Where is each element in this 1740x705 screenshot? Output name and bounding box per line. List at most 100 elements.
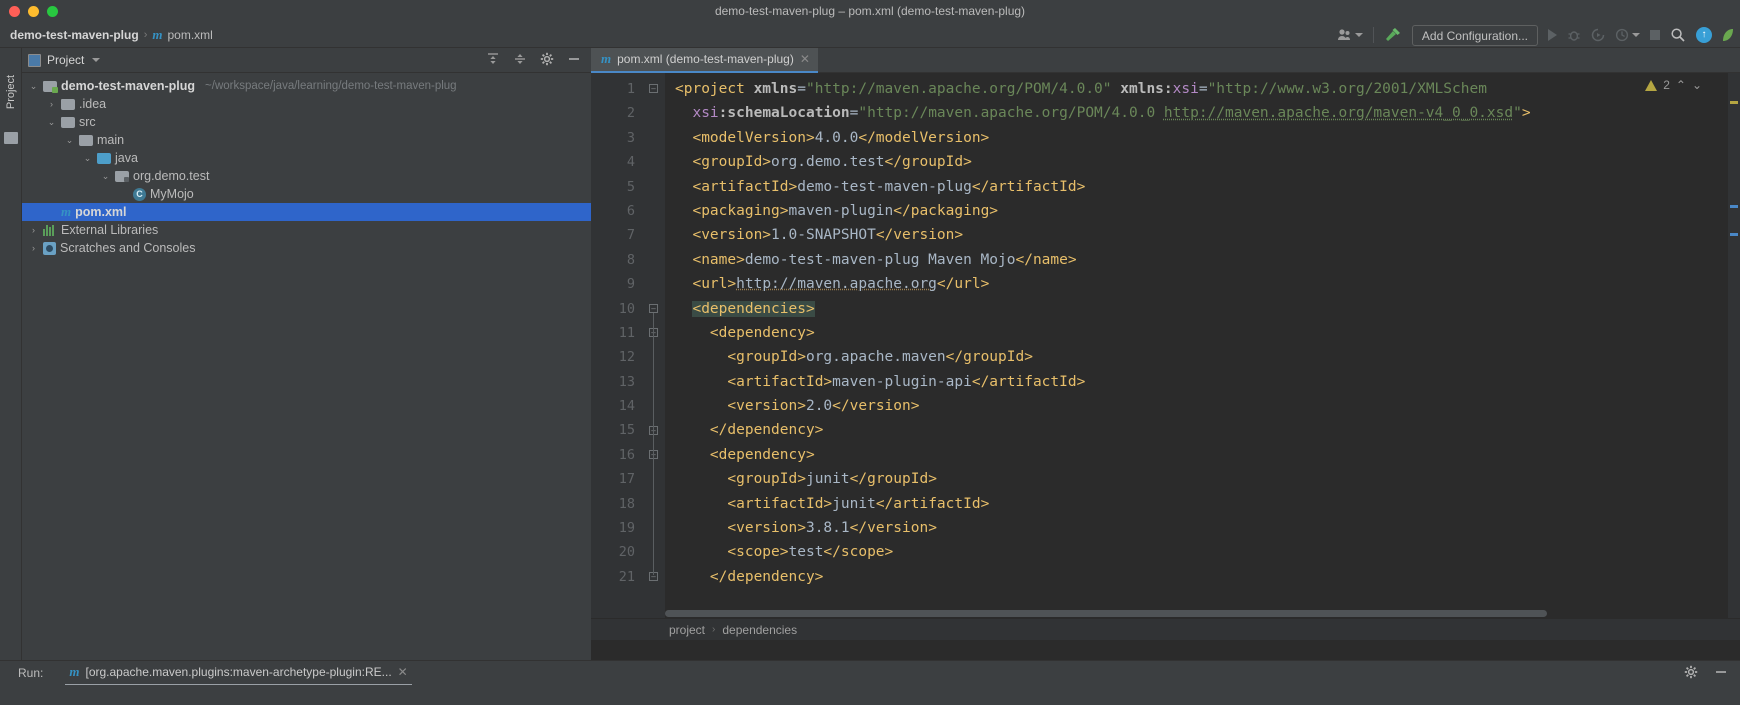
expand-all-icon[interactable] xyxy=(513,52,527,69)
editor-marker-bar[interactable] xyxy=(1728,73,1740,618)
build-button[interactable] xyxy=(1384,25,1402,45)
vcs-user-button[interactable] xyxy=(1337,25,1363,45)
tree-item-path: ~/workspace/java/learning/demo-test-mave… xyxy=(205,80,457,92)
run-configuration-tab[interactable]: m [org.apache.maven.plugins:maven-archet… xyxy=(65,661,412,686)
update-icon[interactable]: ↑ xyxy=(1696,27,1712,43)
code-line[interactable]: <packaging>maven-plugin</packaging> xyxy=(665,199,1740,223)
code-line[interactable]: <artifactId>maven-plugin-api</artifactId… xyxy=(665,370,1740,394)
code-line[interactable]: <version>3.8.1</version> xyxy=(665,516,1740,540)
tool-window-label-project: Project xyxy=(5,74,17,110)
inspection-widget[interactable]: 2 ⌃ ⌄ xyxy=(1645,78,1702,92)
code-line[interactable]: <scope>test</scope> xyxy=(665,540,1740,564)
tree-item-scratches-and-consoles[interactable]: › Scratches and Consoles xyxy=(22,239,591,257)
code-line[interactable]: <url>http://maven.apache.org</url> xyxy=(665,272,1740,296)
chevron-right-icon[interactable]: › xyxy=(28,225,39,235)
code-line[interactable]: </dependency> xyxy=(665,565,1740,589)
run-button[interactable] xyxy=(1548,25,1557,45)
chevron-down-icon[interactable] xyxy=(92,58,101,62)
code-line[interactable]: <version>2.0</version> xyxy=(665,394,1740,418)
info-marker[interactable] xyxy=(1730,205,1738,208)
scrollbar-thumb[interactable] xyxy=(665,610,1548,617)
tree-item-idea[interactable]: › .idea xyxy=(22,95,591,113)
chevron-down-icon[interactable] xyxy=(1354,33,1363,37)
code-editor[interactable]: 1–2345678910–11–12131415–16–1718192021– … xyxy=(591,73,1740,618)
code-line[interactable]: <groupId>junit</groupId> xyxy=(665,467,1740,491)
code-line[interactable]: <dependency> xyxy=(665,321,1740,345)
toolbar-divider xyxy=(1372,27,1374,43)
hide-panel-icon[interactable] xyxy=(567,52,581,69)
project-panel-title[interactable]: Project xyxy=(41,53,84,67)
tree-item-demo-test-maven-plug[interactable]: ⌄ demo-test-maven-plug ~/workspace/java/le… xyxy=(22,77,591,95)
tree-item-org-demo-test[interactable]: ⌄ org.demo.test xyxy=(22,167,591,185)
editor-tab-pom-xml[interactable]: m pom.xml (demo-test-maven-plug) ✕ xyxy=(591,47,818,73)
chevron-down-icon[interactable]: ⌄ xyxy=(82,153,93,164)
tree-item-pom-xml[interactable]: m pom.xml xyxy=(22,203,591,221)
close-icon[interactable]: ✕ xyxy=(800,52,810,66)
project-tree[interactable]: ⌄ demo-test-maven-plug ~/workspace/java/le… xyxy=(22,73,591,257)
structure-icon[interactable] xyxy=(4,132,18,144)
chevron-down-icon[interactable]: ⌄ xyxy=(64,135,75,146)
settings-gear-icon[interactable] xyxy=(540,52,554,69)
search-everywhere-button[interactable] xyxy=(1670,25,1686,45)
leaf-icon xyxy=(1723,29,1733,41)
editor-tab-label: pom.xml (demo-test-maven-plug) xyxy=(617,52,794,66)
code-line[interactable]: <modelVersion>4.0.0</modelVersion> xyxy=(665,126,1740,150)
code-line[interactable]: <name>demo-test-maven-plug Maven Mojo</n… xyxy=(665,248,1740,272)
chevron-down-icon[interactable]: ⌄ xyxy=(28,81,39,92)
project-view-icon xyxy=(28,53,41,67)
code-line[interactable]: <groupId>org.apache.maven</groupId> xyxy=(665,345,1740,369)
plugin-indicator-icon[interactable] xyxy=(1722,25,1734,45)
horizontal-scrollbar[interactable] xyxy=(665,609,1728,618)
fold-guide-line xyxy=(653,459,654,575)
chevron-down-icon[interactable]: ⌄ xyxy=(100,171,111,182)
project-panel-actions xyxy=(486,52,585,69)
fold-collapse-icon[interactable]: – xyxy=(649,84,658,93)
breadcrumb-file[interactable]: pom.xml xyxy=(167,28,212,42)
editor-code-content[interactable]: <project xmlns="http://maven.apache.org/… xyxy=(665,73,1740,618)
code-line[interactable]: <dependencies> xyxy=(665,297,1740,321)
previous-problem-icon[interactable]: ⌃ xyxy=(1676,78,1686,92)
breadcrumb-project[interactable]: demo-test-maven-plug xyxy=(10,28,139,42)
run-with-coverage-button[interactable] xyxy=(1591,25,1605,45)
run-tool-window-bar: Run: m [org.apache.maven.plugins:maven-a… xyxy=(0,660,1740,686)
tree-item-src[interactable]: ⌄ src xyxy=(22,113,591,131)
hide-panel-icon[interactable] xyxy=(1714,665,1728,682)
chevron-right-icon[interactable]: › xyxy=(28,243,39,253)
chevron-down-icon[interactable] xyxy=(1632,33,1640,37)
code-line[interactable]: <project xmlns="http://maven.apache.org/… xyxy=(665,77,1740,101)
code-line[interactable]: <artifactId>junit</artifactId> xyxy=(665,492,1740,516)
code-line[interactable]: <version>1.0-SNAPSHOT</version> xyxy=(665,223,1740,247)
chevron-right-icon[interactable]: › xyxy=(46,99,57,109)
chevron-down-icon[interactable]: ⌄ xyxy=(46,117,57,128)
settings-gear-icon[interactable] xyxy=(1684,665,1698,682)
stop-button[interactable] xyxy=(1650,25,1660,45)
code-line[interactable]: </dependency> xyxy=(665,418,1740,442)
info-marker[interactable] xyxy=(1730,233,1738,236)
tree-item-main[interactable]: ⌄ main xyxy=(22,131,591,149)
editor-area: m pom.xml (demo-test-maven-plug) ✕ 1–2 3 4… xyxy=(591,47,1740,705)
code-line[interactable]: <groupId>org.demo.test</groupId> xyxy=(665,150,1740,174)
profile-button[interactable] xyxy=(1615,25,1640,45)
maven-file-icon: m xyxy=(152,26,163,42)
close-icon[interactable]: ✕ xyxy=(398,665,408,679)
collapse-all-icon[interactable] xyxy=(486,52,500,69)
tree-item-java[interactable]: ⌄ java xyxy=(22,149,591,167)
code-line[interactable]: <artifactId>demo-test-maven-plug</artifa… xyxy=(665,175,1740,199)
breadcrumb-dependencies-element[interactable]: dependencies xyxy=(722,623,797,637)
tree-item-label: Scratches and Consoles xyxy=(60,241,196,255)
next-problem-icon[interactable]: ⌄ xyxy=(1692,78,1702,92)
warning-marker[interactable] xyxy=(1730,101,1738,104)
tree-item-external-libraries[interactable]: › External Libraries xyxy=(22,221,591,239)
tree-item-mymojo[interactable]: C MyMojo xyxy=(22,185,591,203)
code-line[interactable]: <dependency> xyxy=(665,443,1740,467)
tool-window-button-project[interactable]: Project xyxy=(0,62,22,122)
debug-button[interactable] xyxy=(1567,25,1581,45)
user-avatar-icon xyxy=(1337,29,1350,40)
breadcrumb-project-element[interactable]: project xyxy=(669,623,705,637)
code-line[interactable]: xsi:schemaLocation="http://maven.apache.… xyxy=(665,101,1740,125)
add-configuration-button[interactable]: Add Configuration... xyxy=(1411,24,1538,46)
editor-gutter[interactable]: 1–2345678910–11–12131415–16–1718192021– xyxy=(591,73,665,618)
editor-tab-bar: m pom.xml (demo-test-maven-plug) ✕ xyxy=(591,47,1740,73)
tree-item-label: main xyxy=(97,133,125,147)
fold-collapse-icon[interactable]: – xyxy=(649,303,658,313)
